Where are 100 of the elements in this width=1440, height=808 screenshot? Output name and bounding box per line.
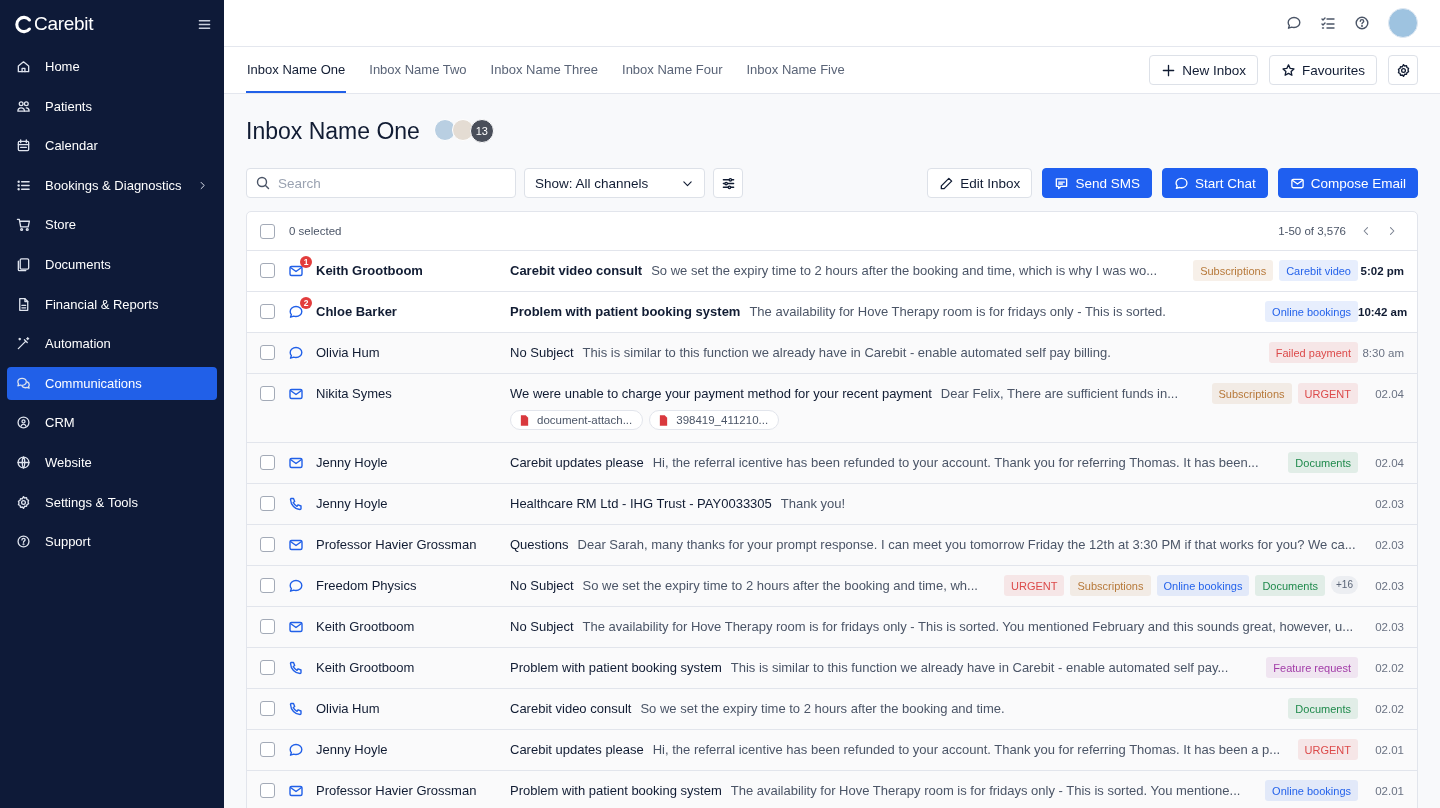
- settings-button[interactable]: [1388, 55, 1418, 85]
- envelope-icon: [288, 619, 304, 635]
- chat-bubble-icon: [1173, 175, 1189, 191]
- pagination-range: 1-50 of 3,576: [1278, 225, 1346, 237]
- row-checkbox[interactable]: [260, 742, 275, 757]
- sidebar-item[interactable]: Support: [7, 525, 217, 559]
- sender-name: Freedom Physics: [316, 578, 418, 594]
- select-all-checkbox[interactable]: [260, 223, 275, 239]
- sidebar-item[interactable]: Website: [7, 445, 217, 479]
- row-checkbox[interactable]: [260, 701, 275, 716]
- envelope-icon: [288, 386, 304, 402]
- message-time: 02.01: [1374, 784, 1404, 799]
- row-checkbox[interactable]: [260, 263, 275, 278]
- sidebar-item[interactable]: Home: [7, 50, 217, 83]
- sidebar-item[interactable]: Documents: [7, 247, 217, 281]
- sidebar-item[interactable]: Bookings & Diagnostics: [7, 168, 217, 202]
- calendar-icon: [16, 138, 31, 154]
- edit-action-button[interactable]: Edit Inbox: [927, 168, 1033, 198]
- sidebar-item[interactable]: Automation: [7, 327, 217, 361]
- sidebar-item[interactable]: Calendar: [7, 129, 217, 163]
- row-checkbox[interactable]: [260, 455, 275, 470]
- message-row[interactable]: Jenny Hoyle Carebit updates please Hi, the referral icentive has been refunded to your account. Thank you for referring Thomas. It has been... Documents 02.04: [247, 443, 1417, 484]
- message-row[interactable]: Keith Grootboom No Subject The availability for Hove Therapy room is for fridays only - This is sorted. You mentioned February and this sounds great, however, u... 02.03: [247, 607, 1417, 648]
- inbox-tab[interactable]: Inbox Name Five: [745, 47, 846, 93]
- sidebar-item[interactable]: Communications: [7, 366, 217, 400]
- message-time: 02.03: [1374, 620, 1404, 635]
- attachment-chip[interactable]: 398419_411210...: [649, 410, 780, 430]
- new-inbox-button[interactable]: New Inbox: [1149, 55, 1258, 85]
- message-subject: Carebit updates please: [510, 455, 644, 471]
- message-row[interactable]: Jenny Hoyle Carebit updates please Hi, the referral icentive has been refunded to your account. Thank you for referring Thomas. It has been a p... URGENT 02.01: [247, 730, 1417, 771]
- message-preview: The availability for Hove Therapy room is for fridays only - This is sorted. You mentione...: [730, 783, 1241, 799]
- row-checkbox[interactable]: [260, 578, 275, 593]
- message-preview: So we set the expiry time to 2 hours after the booking and time, wh...: [582, 578, 978, 594]
- sidebar-item[interactable]: Store: [7, 208, 217, 242]
- label-tag: Documents: [1288, 698, 1358, 719]
- sidebar-item[interactable]: Settings & Tools: [7, 485, 217, 519]
- filter-button[interactable]: [713, 168, 743, 198]
- envelope-icon: [288, 537, 304, 553]
- sms-action-button[interactable]: Send SMS: [1042, 168, 1152, 198]
- inbox-tab[interactable]: Inbox Name Three: [489, 47, 600, 93]
- message-subject: Carebit video consult: [510, 263, 643, 279]
- help-button[interactable]: [1354, 15, 1370, 31]
- message-row[interactable]: Professor Havier Grossman Questions Dear Sarah, many thanks for your prompt response. I can meet you tomorrow Friday the 12th at 3:30 PM if that works for you? We ca... 02.03: [247, 525, 1417, 566]
- message-row[interactable]: Freedom Physics No Subject So we set the expiry time to 2 hours after the booking and time, wh... URGENT Subscriptions Online bookings Documents +16 02.03: [247, 566, 1417, 607]
- tasks-button[interactable]: [1320, 15, 1336, 31]
- message-time: 02.02: [1374, 661, 1404, 676]
- search-field[interactable]: Search: [246, 168, 516, 198]
- row-checkbox[interactable]: [260, 537, 275, 552]
- pencil-icon: [939, 175, 955, 191]
- attachment-chip[interactable]: document-attach...: [510, 410, 644, 430]
- row-checkbox[interactable]: [260, 660, 275, 675]
- message-row[interactable]: Olivia Hum No Subject This is similar to this function we already have in Carebit - enable automated self pay billing. Failed payment 8:30 am: [247, 333, 1417, 374]
- inbox-tab[interactable]: Inbox Name Two: [368, 47, 468, 93]
- chat-bubble-icon: [1286, 15, 1302, 31]
- sender-name: Keith Grootboom: [316, 263, 424, 279]
- sidebar-item[interactable]: Financial & Reports: [7, 287, 217, 321]
- row-checkbox[interactable]: [260, 304, 275, 319]
- message-row[interactable]: Keith Grootboom Problem with patient booking system This is similar to this function we already have in Carebit - enable automated self pay... Feature request 02.02: [247, 648, 1417, 689]
- sender-name: Nikita Symes: [316, 386, 393, 402]
- sidebar-item[interactable]: Patients: [7, 89, 217, 123]
- chat-action-button[interactable]: Start Chat: [1161, 168, 1268, 198]
- sender-name: Keith Grootboom: [316, 619, 416, 635]
- sender-name: Chloe Barker: [316, 304, 398, 320]
- channel-dropdown[interactable]: Show: All channels: [524, 168, 705, 198]
- user-avatar[interactable]: [1388, 8, 1418, 38]
- message-row[interactable]: Professor Havier Grossman Problem with patient booking system The availability for Hove Therapy room is for fridays only - This is sorted. You mentione... Online bookings 02.01: [247, 771, 1417, 808]
- document-icon: [16, 296, 31, 312]
- message-row[interactable]: Olivia Hum Carebit video consult So we set the expiry time to 2 hours after the booking and time. Documents 02.02: [247, 689, 1417, 730]
- row-checkbox[interactable]: [260, 783, 275, 798]
- row-checkbox[interactable]: [260, 496, 275, 511]
- row-checkbox[interactable]: [260, 345, 275, 360]
- message-row[interactable]: Jenny Hoyle Healthcare RM Ltd - IHG Trust - PAY0033305 Thank you! 02.03: [247, 484, 1417, 525]
- message-subject: Questions: [510, 537, 569, 553]
- globe-icon: [16, 454, 31, 470]
- inbox-tab[interactable]: Inbox Name Four: [621, 47, 724, 93]
- favourites-button[interactable]: Favourites: [1268, 55, 1377, 85]
- member-avatar: [433, 119, 456, 141]
- row-checkbox[interactable]: [260, 386, 275, 401]
- inbox-tab[interactable]: Inbox Name One: [246, 47, 347, 93]
- sender-name: Keith Grootboom: [316, 660, 416, 676]
- sidebar-item[interactable]: CRM: [7, 406, 217, 440]
- envelope-icon: [288, 263, 304, 279]
- checklist-icon: [1320, 15, 1336, 31]
- chat-bubble-icon: [288, 742, 304, 758]
- email-action-button[interactable]: Compose Email: [1277, 168, 1418, 198]
- message-row[interactable]: Nikita Symes We were unable to charge your payment method for your recent payment Dear Felix, There are sufficient funds in... document-attach... 398419_411210... Subscriptions URGENT 02.04: [247, 374, 1417, 443]
- unread-count-badge: 1: [300, 256, 312, 268]
- chat-bubble-icon: [288, 345, 304, 361]
- message-time: 02.02: [1374, 702, 1404, 717]
- message-subject: No Subject: [510, 578, 574, 594]
- envelope-icon: [288, 455, 304, 471]
- phone-icon: [288, 660, 304, 676]
- people-icon: [16, 98, 31, 114]
- row-checkbox[interactable]: [260, 619, 275, 634]
- messages-button[interactable]: [1286, 15, 1302, 31]
- label-tag: Failed payment: [1268, 342, 1358, 363]
- label-tag: Online bookings: [1156, 575, 1250, 596]
- pdf-file-icon: [518, 413, 531, 427]
- settings-icon: [1395, 62, 1411, 78]
- message-subject: Problem with patient booking system: [510, 304, 741, 320]
